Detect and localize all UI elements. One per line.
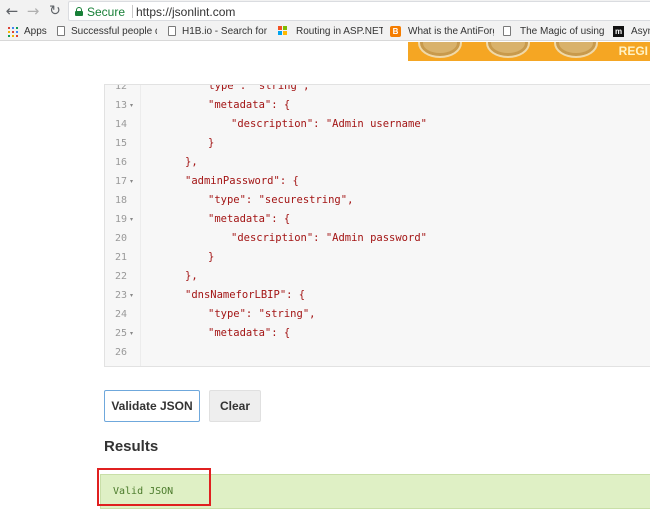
code-text: "adminPassword": {	[185, 175, 299, 187]
m-icon: m	[613, 26, 624, 37]
code-text: },	[185, 156, 198, 168]
bookmark-magic-of-using[interactable]: The Magic of using A	[503, 23, 606, 40]
code-text: }	[208, 251, 215, 263]
secure-label: Secure	[87, 5, 126, 19]
line-number: 13	[114, 100, 127, 111]
fold-arrow-icon[interactable]: ▾	[130, 324, 133, 343]
fold-arrow-icon[interactable]: ▾	[130, 172, 133, 191]
bookmark-label: Successful people do	[71, 26, 157, 37]
microsoft-icon	[278, 26, 288, 36]
page-content: REGI ◀ 12"type": "string",13▾"metadata":…	[0, 42, 650, 513]
code-text: "dnsNameforLBIP": {	[185, 289, 306, 301]
line-number: 23	[114, 290, 127, 301]
bookmarks-bar: Apps Successful people do H1B.io - Searc…	[0, 22, 650, 41]
bookmark-successful-people[interactable]: Successful people do	[57, 23, 157, 40]
bookmark-label: What is the AntiForge	[408, 26, 494, 37]
forward-arrow-icon[interactable]: →	[25, 2, 41, 20]
code-line: 20 "description": "Admin password"	[105, 229, 650, 248]
reload-icon[interactable]: ↻	[47, 2, 63, 20]
url-text[interactable]: https://jsonlint.com	[136, 4, 235, 20]
bookmark-label: Apps	[24, 26, 47, 37]
line-number: 20	[114, 233, 127, 244]
code-text: }	[208, 137, 215, 149]
back-arrow-icon[interactable]: ←	[4, 2, 20, 20]
code-line: 25 ▾ "metadata": {	[105, 324, 650, 343]
line-number: 22	[114, 271, 127, 282]
code-line: 13 ▾ "metadata": {	[105, 96, 650, 115]
code-text: "metadata": {	[208, 213, 291, 225]
code-text: "type": "string",	[202, 84, 310, 92]
code-text: "metadata": {	[208, 99, 291, 111]
bookmark-label: Routing in ASP.NET V	[296, 26, 383, 37]
omnibox-divider	[132, 5, 133, 18]
fold-arrow-icon[interactable]: ▾	[130, 210, 133, 229]
bookmark-h1b-io[interactable]: H1B.io - Search for a	[168, 23, 268, 40]
code-line: 15}	[105, 134, 650, 153]
code-line: 12 "type": "string",	[105, 84, 650, 96]
document-icon	[168, 26, 176, 36]
code-line: 22},	[105, 267, 650, 286]
document-icon	[503, 26, 511, 36]
line-number: 16	[114, 157, 127, 168]
coin-graphic	[554, 42, 598, 58]
code-line: 21}	[105, 248, 650, 267]
code-line: 19 ▾ "metadata": {	[105, 210, 650, 229]
code-text: },	[185, 270, 198, 282]
line-number: 17	[114, 176, 127, 187]
banner-text: REGI	[618, 44, 648, 58]
blogger-icon: B	[390, 26, 401, 37]
line-number: 19	[114, 214, 127, 225]
code-line: 24 "type": "string",	[105, 305, 650, 324]
bookmark-label: Asyn	[631, 26, 650, 37]
lock-icon	[75, 7, 83, 16]
validate-json-button[interactable]: Validate JSON	[104, 390, 200, 422]
code-line: 23 ▾ "dnsNameforLBIP": {	[105, 286, 650, 305]
results-heading: Results	[104, 438, 159, 455]
clear-button[interactable]: Clear	[209, 390, 261, 422]
code-text: "type": "string",	[208, 308, 316, 320]
json-editor[interactable]: ◀ 12"type": "string",13▾"metadata": {14"…	[104, 84, 650, 367]
fold-arrow-icon[interactable]: ▾	[130, 286, 133, 305]
line-number: 25	[114, 328, 127, 339]
address-bar[interactable]: Secure https://jsonlint.com	[68, 1, 650, 21]
line-number: 14	[114, 119, 127, 130]
line-number: 24	[114, 309, 127, 320]
ad-banner[interactable]: REGI	[408, 42, 650, 61]
code-line: 17 ▾ "adminPassword": {	[105, 172, 650, 191]
browser-toolbar: ← → ↻ Secure https://jsonlint.com	[0, 0, 650, 22]
line-number: 26	[114, 347, 127, 358]
bookmark-label: H1B.io - Search for a	[182, 26, 268, 37]
line-number: 18	[114, 195, 127, 206]
highlight-annotation	[97, 468, 211, 506]
coin-graphic	[418, 42, 462, 58]
line-number: 21	[114, 252, 127, 263]
code-line: 26	[105, 343, 650, 362]
bookmark-async[interactable]: m Asyn	[613, 23, 650, 40]
document-icon	[57, 26, 65, 36]
code-text: "metadata": {	[208, 327, 291, 339]
code-text: "description": "Admin username"	[231, 118, 427, 130]
bookmark-label: The Magic of using A	[520, 26, 606, 37]
code-text: "type": "securestring",	[208, 194, 354, 206]
line-number: 12	[114, 84, 127, 92]
bookmark-routing-aspnet[interactable]: Routing in ASP.NET V	[278, 23, 383, 40]
coin-graphic	[486, 42, 530, 58]
line-number: 15	[114, 138, 127, 149]
code-line: 18 "type": "securestring",	[105, 191, 650, 210]
code-line: 16},	[105, 153, 650, 172]
bookmark-apps[interactable]: Apps	[8, 23, 52, 40]
fold-arrow-icon[interactable]: ▾	[130, 96, 133, 115]
apps-grid-icon	[8, 27, 18, 37]
code-text: "description": "Admin password"	[231, 232, 427, 244]
code-line: 14 "description": "Admin username"	[105, 115, 650, 134]
bookmark-antiforgery[interactable]: B What is the AntiForge	[390, 23, 494, 40]
